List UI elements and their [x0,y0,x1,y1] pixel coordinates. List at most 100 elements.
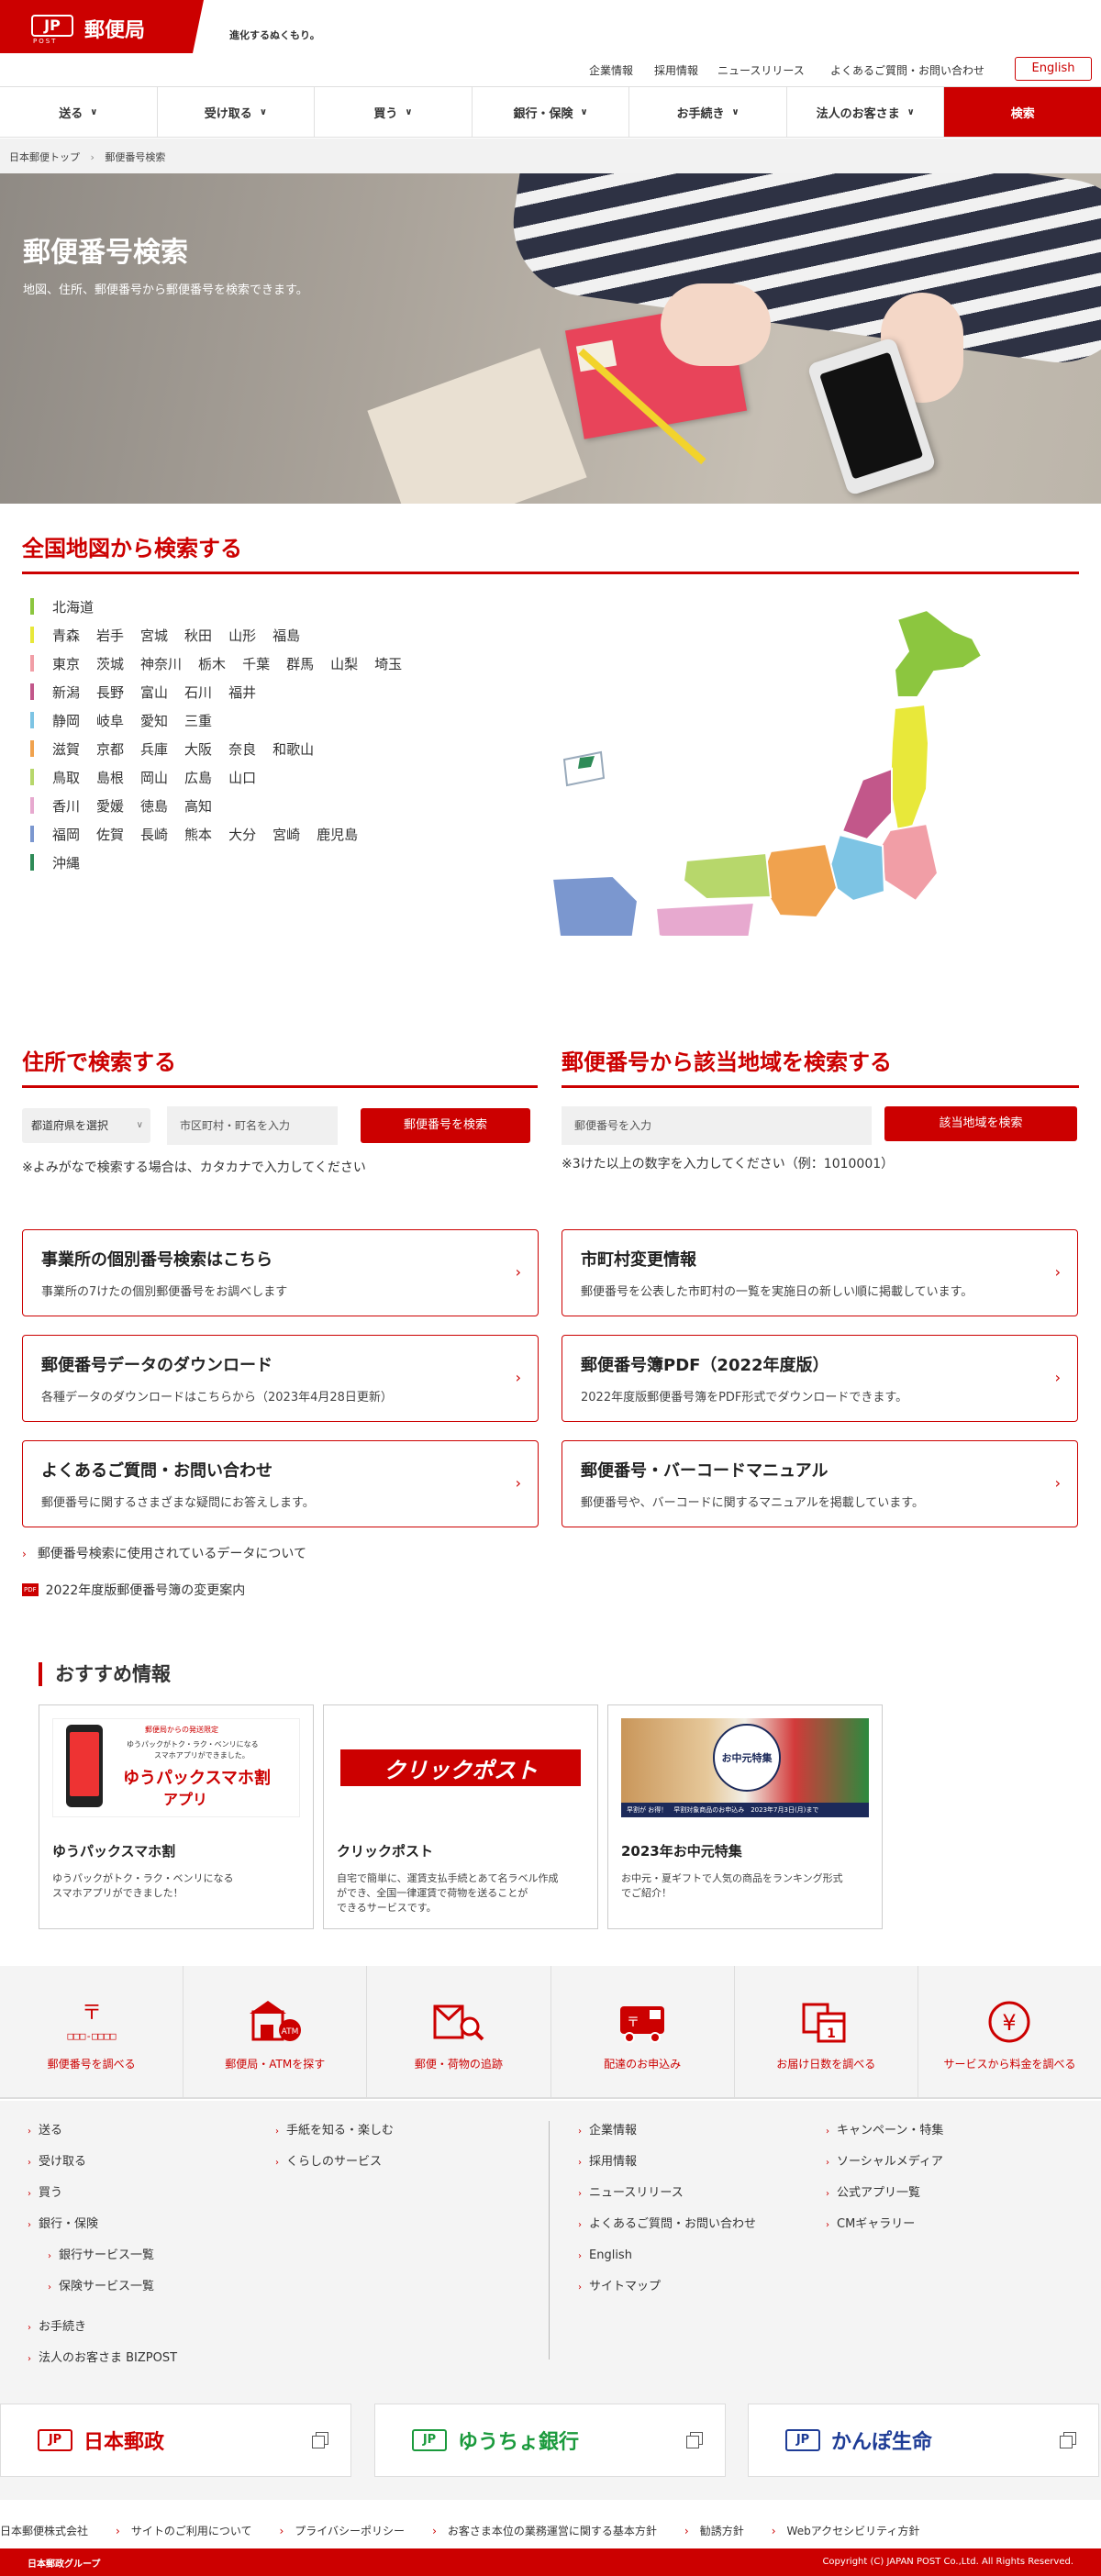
prefecture-link[interactable]: 広島 [184,768,212,787]
footer-link-send[interactable]: › 送る [28,2115,177,2147]
quick-delivery-request[interactable]: 〒 配達のお申込み [551,1966,735,2097]
prefecture-link[interactable]: 熊本 [184,825,212,844]
top-link-recruit[interactable]: 採用情報 [654,62,698,78]
prefecture-link[interactable]: 山口 [228,768,256,787]
nav-search-button[interactable]: 検索 [944,87,1101,137]
prefecture-link[interactable]: 栃木 [198,654,226,673]
nav-bank-insurance[interactable]: 銀行・保険 ∨ [473,87,630,137]
footer-link-campaign[interactable]: › キャンペーン・特集 [826,2115,943,2147]
prefecture-link[interactable]: 秋田 [184,626,212,645]
link-box-barcode-manual[interactable]: 郵便番号・バーコードマニュアル 郵便番号や、バーコードに関するマニュアルを掲載し… [562,1440,1078,1527]
link-box-business-code[interactable]: 事業所の個別番号検索はこちら 事業所の7けたの個別郵便番号をお調べします › [22,1229,539,1316]
nav-buy[interactable]: 買う ∨ [315,87,473,137]
prefecture-link[interactable]: 福井 [228,683,256,702]
footer-link-letters[interactable]: › 手紙を知る・楽しむ [275,2115,394,2147]
prefecture-link[interactable]: 香川 [52,796,80,816]
footer-link-life-services[interactable]: › くらしのサービス [275,2147,394,2178]
prefecture-link[interactable]: 岩手 [96,626,124,645]
prefecture-link[interactable]: 大分 [228,825,256,844]
prefecture-link[interactable]: 島根 [96,768,124,787]
footer-link-cm[interactable]: › CMギャラリー [826,2209,943,2240]
prefecture-link[interactable]: 徳島 [140,796,168,816]
prefecture-link[interactable]: 奈良 [228,739,256,759]
prefecture-link[interactable]: 和歌山 [272,739,314,759]
legal-link-accessibility[interactable]: › Webアクセシビリティ方針 [772,2523,920,2538]
zip-search-button[interactable]: 該当地域を検索 [884,1106,1077,1141]
quick-zip-lookup[interactable]: 〒 □□□-□□□□ 郵便番号を調べる [0,1966,184,2097]
prefecture-link[interactable]: 佐賀 [96,825,124,844]
nav-business[interactable]: 法人のお客さま ∨ [787,87,945,137]
legal-link-terms[interactable]: › サイトのご利用について [116,2523,251,2538]
link-box-municipality-change[interactable]: 市町村変更情報 郵便番号を公表した市町村の一覧を実施日の新しい順に掲載しています… [562,1229,1078,1316]
footer-link-buy[interactable]: › 買う [28,2178,177,2209]
prefecture-link[interactable]: 石川 [184,683,212,702]
data-about-link[interactable]: › 郵便番号検索に使用されているデータについて [22,1544,306,1562]
footer-link-procedures[interactable]: › お手続き [28,2312,177,2343]
prefecture-link[interactable]: 東京 [52,654,80,673]
prefecture-link[interactable]: 神奈川 [140,654,182,673]
english-button[interactable]: English [1015,57,1092,81]
link-box-zip-book-pdf[interactable]: 郵便番号簿PDF（2022年度版） 2022年度版郵便番号簿をPDF形式でダウン… [562,1335,1078,1422]
quick-find-office[interactable]: ATM 郵便局・ATMを探す [184,1966,368,2097]
prefecture-link[interactable]: 愛媛 [96,796,124,816]
prefecture-link[interactable]: 静岡 [52,711,80,730]
footer-link-english[interactable]: › English [578,2240,756,2271]
footer-link-bizpost[interactable]: › 法人のお客さま BIZPOST [28,2343,177,2374]
prefecture-link[interactable]: 千葉 [242,654,270,673]
prefecture-select[interactable]: 都道府県を選択 ∨ [22,1108,150,1143]
top-link-faq[interactable]: よくあるご質問・お問い合わせ [830,62,984,78]
quick-price-lookup[interactable]: ¥ サービスから料金を調べる [918,1966,1101,2097]
prefecture-link[interactable]: 群馬 [286,654,314,673]
nav-procedures[interactable]: お手続き ∨ [629,87,787,137]
city-input[interactable]: 市区町村・町名を入力 [167,1106,338,1145]
prefecture-link[interactable]: 岡山 [140,768,168,787]
recommend-card-ochugen[interactable]: お中元特集 早割が お得！ 早割対象商品のお申込み 2023年7月3日(月)まで… [607,1704,883,1929]
address-search-button[interactable]: 郵便番号を検索 [361,1108,530,1143]
group-link-insurance[interactable]: JP かんぽ生命 [748,2404,1099,2477]
breadcrumb-home[interactable]: 日本郵便トップ [9,151,80,163]
japan-map[interactable] [550,605,1018,936]
prefecture-link[interactable]: 埼玉 [374,654,402,673]
recommend-card-app[interactable]: 郵便局からの発送限定 ゆうパックがトク・ラク・ベンリになる スマホアプリができま… [39,1704,314,1929]
quick-tracking[interactable]: 郵便・荷物の追跡 [367,1966,551,2097]
nav-send[interactable]: 送る ∨ [0,87,158,137]
top-link-corporate[interactable]: 企業情報 [589,62,633,78]
prefecture-link[interactable]: 北海道 [52,597,94,616]
prefecture-link[interactable]: 福岡 [52,825,80,844]
prefecture-link[interactable]: 宮城 [140,626,168,645]
prefecture-link[interactable]: 沖縄 [52,853,80,872]
footer-link-faq[interactable]: › よくあるご質問・お問い合わせ [578,2209,756,2240]
link-box-data-download[interactable]: 郵便番号データのダウンロード 各種データのダウンロードはこちらから（2023年4… [22,1335,539,1422]
prefecture-link[interactable]: 青森 [52,626,80,645]
group-link-holdings[interactable]: JP 日本郵政 [0,2404,351,2477]
prefecture-link[interactable]: 岐阜 [96,711,124,730]
prefecture-link[interactable]: 山梨 [330,654,358,673]
legal-link-customer-policy[interactable]: › お客さま本位の業務運営に関する基本方針 [432,2523,657,2538]
zip-input[interactable]: 郵便番号を入力 [562,1106,872,1145]
recommend-card-clickpost[interactable]: クリックポスト クリックポスト 自宅で簡単に、運賃支払手続とあて名ラベル作成 が… [323,1704,598,1929]
prefecture-link[interactable]: 愛知 [140,711,168,730]
legal-link-solicitation[interactable]: › 勧誘方針 [684,2523,744,2538]
prefecture-link[interactable]: 茨城 [96,654,124,673]
nav-receive[interactable]: 受け取る ∨ [158,87,316,137]
changes-pdf-link[interactable]: PDF 2022年度版郵便番号簿の変更案内 [22,1581,245,1599]
prefecture-link[interactable]: 鳥取 [52,768,80,787]
prefecture-link[interactable]: 福島 [272,626,300,645]
footer-link-receive[interactable]: › 受け取る [28,2147,177,2178]
prefecture-link[interactable]: 宮崎 [272,825,300,844]
prefecture-link[interactable]: 新潟 [52,683,80,702]
site-logo[interactable]: JP POST 郵便局 [0,0,193,53]
prefecture-link[interactable]: 滋賀 [52,739,80,759]
group-link-bank[interactable]: JP ゆうちょ銀行 [374,2404,726,2477]
prefecture-link[interactable]: 兵庫 [140,739,168,759]
prefecture-link[interactable]: 大阪 [184,739,212,759]
footer-link-corporate[interactable]: › 企業情報 [578,2115,756,2147]
footer-link-social[interactable]: › ソーシャルメディア [826,2147,943,2178]
top-link-news[interactable]: ニュースリリース [717,62,805,78]
footer-link-sitemap[interactable]: › サイトマップ [578,2271,756,2303]
prefecture-link[interactable]: 高知 [184,796,212,816]
prefecture-link[interactable]: 長崎 [140,825,168,844]
footer-link-recruit[interactable]: › 採用情報 [578,2147,756,2178]
footer-link-bank-services[interactable]: › 銀行サービス一覧 [28,2240,177,2271]
prefecture-link[interactable]: 長野 [96,683,124,702]
